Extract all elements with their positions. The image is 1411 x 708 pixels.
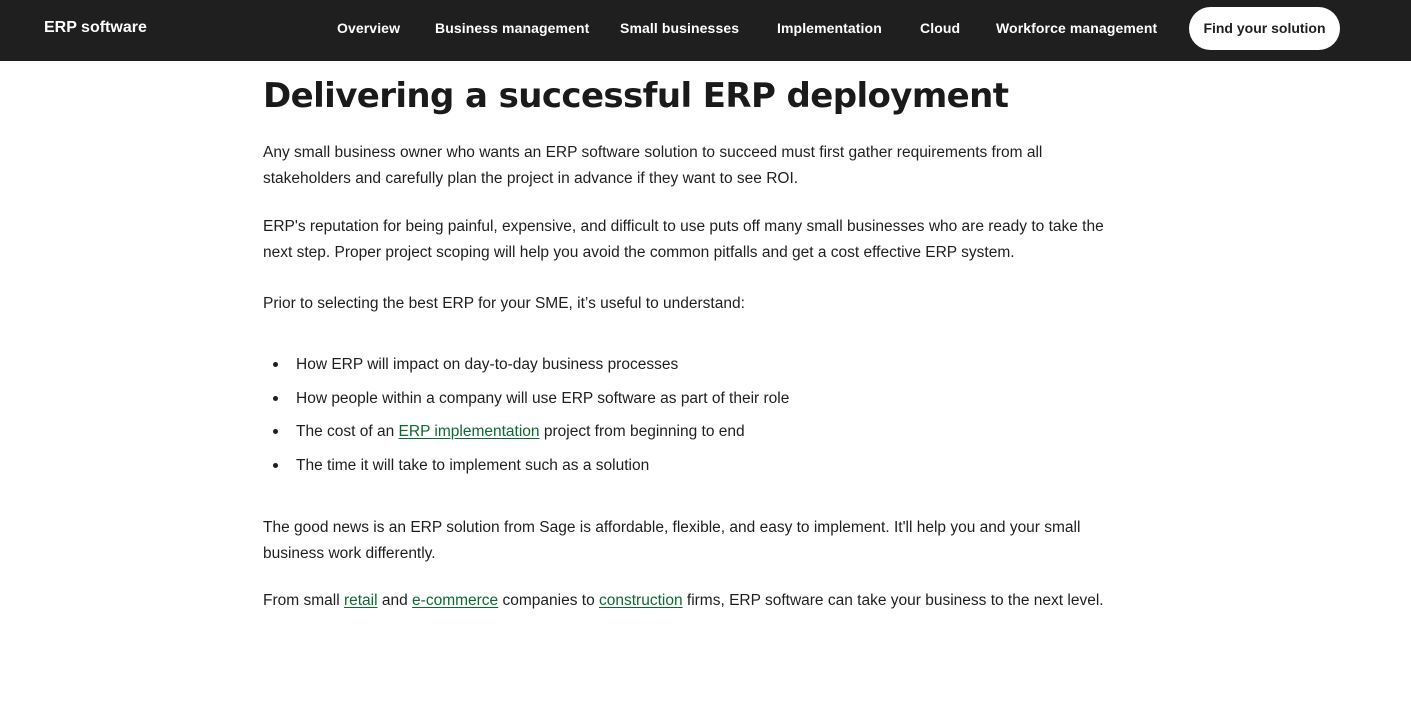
paragraph-requirements: Any small business owner who wants an ER… — [263, 144, 1043, 187]
industries-text-4: firms, ERP software can take your busine… — [682, 592, 1104, 609]
bullet-icon — [273, 362, 278, 367]
e-commerce-link[interactable]: e-commerce — [412, 592, 498, 609]
bullet-icon — [273, 395, 278, 401]
list-item: The cost of an ERP implementation projec… — [263, 419, 1123, 453]
nav-item-small-businesses[interactable]: Small businesses — [620, 0, 739, 56]
bullet-icon — [273, 429, 278, 434]
retail-link[interactable]: retail — [344, 592, 378, 609]
nav-item-cloud[interactable]: Cloud — [920, 0, 960, 56]
erp-implementation-link[interactable]: ERP implementation — [399, 423, 540, 440]
paragraph-prior-to-selecting: Prior to selecting the best ERP for your… — [263, 295, 745, 312]
industries-text-2: and — [377, 592, 413, 609]
list-item: How ERP will impact on day-to-day busine… — [263, 352, 1123, 386]
list-item-text: How ERP will impact on day-to-day busine… — [296, 356, 679, 373]
find-your-solution-button[interactable]: Find your solution — [1189, 7, 1340, 50]
list-item: The time it will take to implement such … — [263, 453, 1123, 487]
paragraph-good-news: The good news is an ERP solution from Sa… — [263, 519, 1081, 562]
list-item: How people within a company will use ERP… — [263, 386, 1123, 420]
paragraph-reputation: ERP's reputation for being painful, expe… — [263, 218, 1104, 261]
understanding-list: How ERP will impact on day-to-day busine… — [263, 352, 1123, 486]
brand-link[interactable]: ERP software — [44, 0, 147, 56]
article-heading: Delivering a successful ERP deployment — [263, 76, 1009, 116]
construction-link[interactable]: construction — [599, 592, 683, 609]
list-item-text-after: project from beginning to end — [539, 423, 745, 440]
nav-item-implementation[interactable]: Implementation — [777, 0, 882, 56]
list-item-text-before: The cost of an — [296, 423, 399, 440]
industries-text-1: From small — [263, 592, 344, 609]
nav-item-workforce-management[interactable]: Workforce management — [996, 0, 1157, 56]
industries-text-3: companies to — [498, 592, 599, 609]
paragraph-industries: From small retail and e-commerce compani… — [263, 588, 1123, 614]
bullet-icon — [273, 462, 278, 468]
nav-item-overview[interactable]: Overview — [337, 0, 400, 56]
nav-item-business-management[interactable]: Business management — [435, 0, 589, 56]
list-item-text: How people within a company will use ERP… — [296, 389, 790, 407]
top-navigation-bar: ERP software Overview Business managemen… — [0, 0, 1411, 61]
list-item-text: The time it will take to implement such … — [296, 456, 650, 474]
